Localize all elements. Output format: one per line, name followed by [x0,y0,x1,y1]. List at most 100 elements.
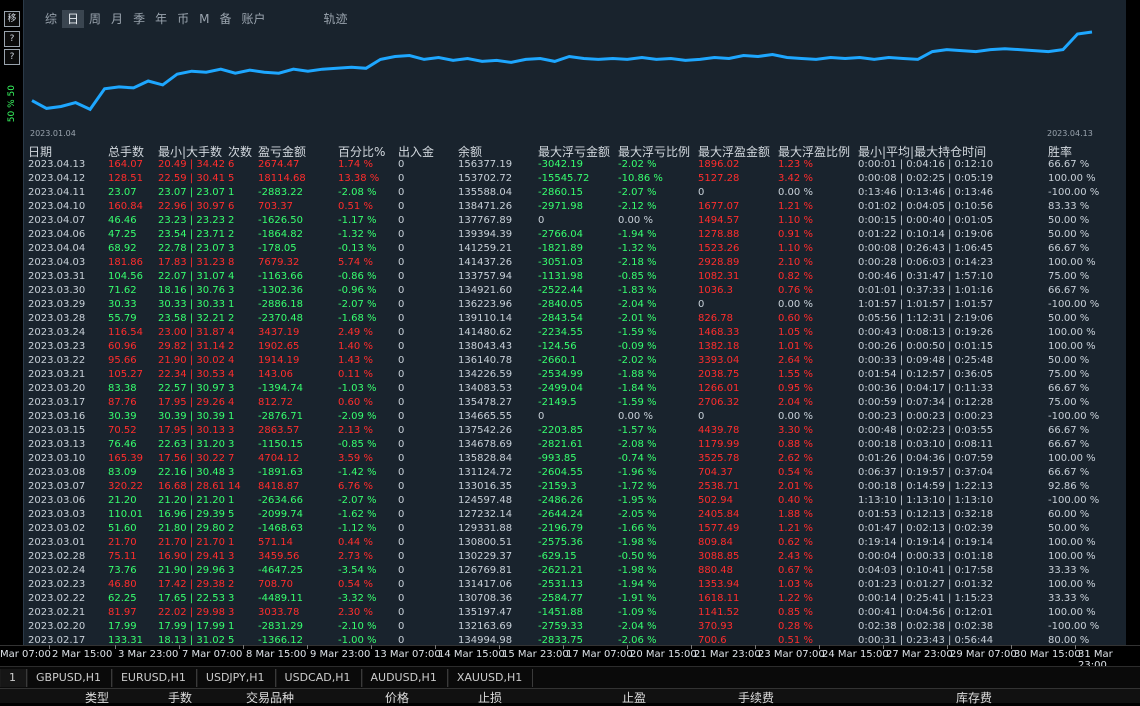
trade-column-header[interactable]: 止盈 [622,689,646,706]
symbol-tab[interactable]: 1 [0,669,27,687]
table-cell: 1278.88 [698,229,740,240]
table-cell: -2149.5 [538,397,577,408]
table-cell: 17.83 | 31.23 [158,257,225,268]
tab-1[interactable]: 日 [62,10,85,28]
tab-9[interactable]: 账户 [236,10,270,28]
table-cell: 0.11 % [338,369,373,380]
table-cell: 3 [228,565,235,576]
table-cell: 0:00:18 | 0:14:59 | 1:22:13 [858,481,994,492]
column-header[interactable]: 最小|平均|最大持仓时间 [858,143,986,160]
trade-column-header[interactable]: 交易品种 [246,689,294,706]
column-header[interactable]: 出入金 [398,143,434,160]
column-header[interactable]: 余额 [458,143,482,160]
table-cell: 3 [228,243,235,254]
table-cell: 128.51 [108,173,143,184]
column-header[interactable]: 最大浮盈金额 [698,143,770,160]
tab-0[interactable]: 综 [40,10,62,28]
column-header[interactable]: 日期 [28,143,52,160]
table-cell: -0.85 % [618,271,657,282]
column-header[interactable]: 盈亏金额 [258,143,306,160]
table-cell: 0.44 % [338,537,373,548]
table-cell: 4 [228,327,235,338]
table-cell: 0.40 % [778,495,813,506]
column-header[interactable]: 最大浮亏金额 [538,143,610,160]
column-header[interactable]: 最大浮亏比例 [618,143,690,160]
table-cell: -1.66 % [618,523,657,534]
table-cell: 3393.04 [698,355,740,366]
table-cell: 3088.85 [698,551,740,562]
table-cell: 0 [398,523,405,534]
symbol-tab[interactable]: AUDUSD,H1 [361,669,448,687]
table-cell: 21.90 | 29.96 [158,565,225,576]
table-cell: -2499.04 [538,383,583,394]
table-cell: 2 [228,229,235,240]
table-cell: 2.73 % [338,551,373,562]
tab-2[interactable]: 周 [84,10,106,28]
table-cell: 134083.53 [458,383,513,394]
right-price-scale [1125,0,1140,645]
time-tick: 8 Mar 15:00 [242,645,307,660]
symbol-tab[interactable]: XAUUSD,H1 [447,669,534,687]
tab-8[interactable]: 备 [214,10,236,28]
table-cell: 0:19:14 | 0:19:14 | 0:19:14 [858,537,994,548]
table-cell: -2584.77 [538,593,583,604]
table-cell: 21.20 [108,495,137,506]
table-cell: 1.22 % [778,593,813,604]
table-cell: 3 [228,383,235,394]
table-cell: 135588.04 [458,187,513,198]
table-cell: -2821.61 [538,439,583,450]
symbol-tab[interactable]: USDCAD,H1 [275,669,362,687]
table-cell: 134226.59 [458,369,513,380]
tab-3[interactable]: 月 [106,10,128,28]
column-header[interactable]: 百分比% [338,143,385,160]
trade-column-header[interactable]: 止损 [478,689,502,706]
trade-column-header[interactable]: 手续费 [738,689,774,706]
table-cell: -1.98 % [618,565,657,576]
table-cell: 0.67 % [778,565,813,576]
table-cell: 1036.3 [698,285,733,296]
table-cell: 30.33 [108,299,137,310]
table-cell: 50.00 % [1048,355,1090,366]
table-cell: 30.39 [108,411,137,422]
table-cell: -1.59 % [618,397,657,408]
symbol-tab[interactable]: GBPUSD,H1 [27,669,112,687]
tab-5[interactable]: 年 [150,10,172,28]
column-header[interactable]: 胜率 [1048,143,1072,160]
table-cell: 2023.02.21 [28,607,86,618]
symbol-tab[interactable]: USDJPY,H1 [196,669,276,687]
table-cell: 0.60 % [338,397,373,408]
check-button[interactable]: ? [4,49,20,65]
column-header[interactable]: 总手数 [108,143,144,160]
table-cell: 46.46 [108,215,137,226]
table-cell: 0 [398,453,405,464]
tab-4[interactable]: 季 [128,10,150,28]
table-cell: 3.59 % [338,453,373,464]
table-cell: 0:06:37 | 0:19:57 | 0:37:04 [858,467,994,478]
column-header[interactable]: 次数 [228,143,252,160]
trade-column-header[interactable]: 类型 [85,689,109,706]
table-cell: 0:01:53 | 0:12:13 | 0:32:18 [858,509,994,520]
table-cell: 181.86 [108,257,143,268]
table-cell: -1468.63 [258,523,303,534]
table-cell: 2.43 % [778,551,813,562]
tab-10[interactable]: 轨迹 [319,10,353,28]
table-cell: 2023.04.10 [28,201,86,212]
column-header[interactable]: 最小|大手数 [158,143,222,160]
table-cell: 0 [398,425,405,436]
table-cell: 2 [228,523,235,534]
table-cell: 0 [398,551,405,562]
trade-column-header[interactable]: 库存费 [956,689,992,706]
table-cell: -2.08 % [338,187,377,198]
table-cell: 0.95 % [778,383,813,394]
table-cell: 2674.47 [258,159,300,170]
trade-column-header[interactable]: 价格 [385,689,409,706]
table-cell: 0:00:15 | 0:00:40 | 0:01:05 [858,215,994,226]
tab-7[interactable]: M [194,10,214,28]
table-cell: -2604.55 [538,467,583,478]
move-button[interactable]: 移 [4,11,20,27]
column-header[interactable]: 最大浮盈比例 [778,143,850,160]
help-button[interactable]: ? [4,31,20,47]
trade-column-header[interactable]: 手数 [168,689,192,706]
symbol-tab[interactable]: EURUSD,H1 [111,669,197,687]
tab-6[interactable]: 币 [172,10,194,28]
